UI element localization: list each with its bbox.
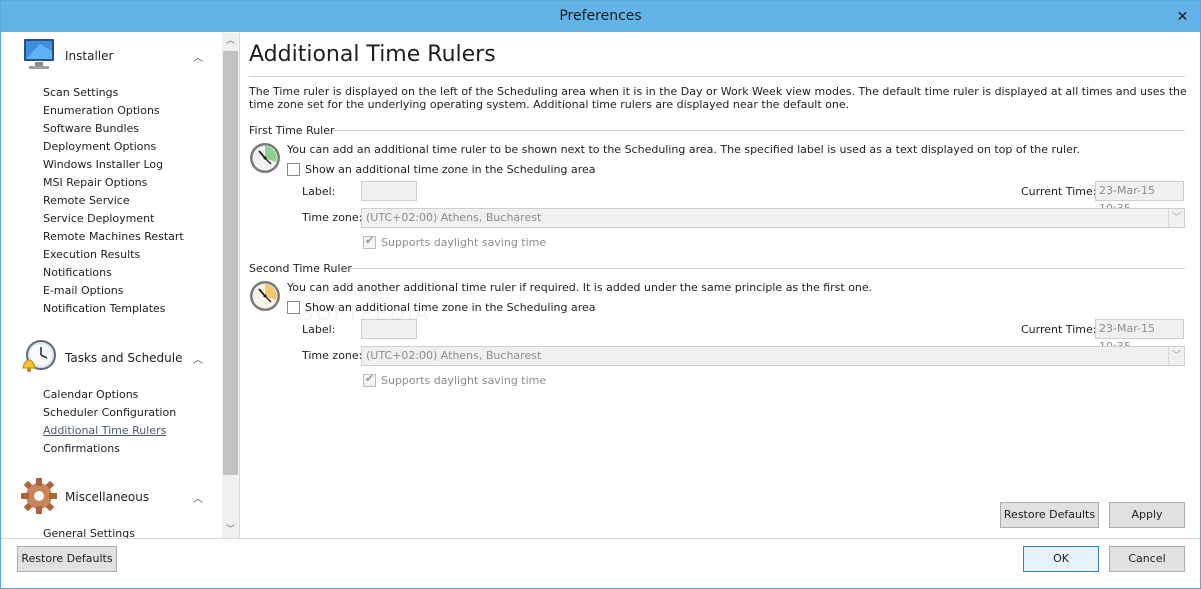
ok-button[interactable]: OK: [1023, 546, 1099, 572]
preferences-window: Preferences ✕ Installer ︿ Scan Settings …: [0, 0, 1201, 589]
sidebar-item-deployment-options[interactable]: Deployment Options: [10, 138, 222, 156]
group-header-installer[interactable]: Installer ︿: [10, 33, 222, 75]
sidebar-item-service-deployment[interactable]: Service Deployment: [10, 210, 222, 228]
sidebar-item-software-bundles[interactable]: Software Bundles: [10, 120, 222, 138]
clock-bell-icon: [22, 340, 56, 372]
sidebar-item-notification-templates[interactable]: Notification Templates: [10, 300, 222, 318]
chevron-down-icon[interactable]: ﹀: [1168, 347, 1184, 365]
watermark: SOFTPEDIA: [301, 301, 431, 325]
chevron-up-icon[interactable]: ︿: [193, 351, 203, 366]
second-timezone-caption: Time zone:: [302, 349, 363, 362]
sidebar-item-confirmations[interactable]: Confirmations: [10, 440, 222, 458]
second-ruler-divider: [349, 268, 1185, 269]
first-ruler-heading: First Time Ruler: [249, 124, 335, 137]
chevron-up-icon[interactable]: ︿: [193, 490, 203, 505]
sidebar-item-remote-machines-restart[interactable]: Remote Machines Restart: [10, 228, 222, 246]
second-dst-row[interactable]: ✔ Supports daylight saving time: [363, 372, 546, 388]
cancel-button[interactable]: Cancel: [1109, 546, 1185, 572]
clock-icon: [250, 143, 280, 173]
first-show-timezone-row[interactable]: Show an additional time zone in the Sche…: [287, 161, 596, 177]
sidebar-scrollbar[interactable]: ︿ ﹀: [222, 33, 239, 539]
misc-items: General Settings: [10, 525, 222, 539]
sidebar-group-installer: Installer ︿ Scan Settings Enumeration Op…: [10, 33, 222, 318]
close-button[interactable]: ✕: [1165, 1, 1200, 32]
first-timezone-caption: Time zone:: [302, 211, 363, 224]
sidebar-item-enumeration-options[interactable]: Enumeration Options: [10, 102, 222, 120]
sidebar-item-general-settings[interactable]: General Settings: [10, 525, 222, 539]
sidebar-item-calendar-options[interactable]: Calendar Options: [10, 386, 222, 404]
main-panel: Additional Time Rulers The Time ruler is…: [249, 33, 1189, 538]
restore-defaults-button[interactable]: Restore Defaults: [17, 546, 117, 572]
second-dst-checkbox[interactable]: ✔: [363, 372, 376, 387]
sidebar-item-windows-installer-log[interactable]: Windows Installer Log: [10, 156, 222, 174]
monitor-icon: [24, 39, 54, 69]
sidebar-group-misc: Miscellaneous ︿ General Settings: [10, 474, 222, 539]
scroll-down-icon[interactable]: ﹀: [222, 522, 239, 539]
group-label-misc: Miscellaneous: [65, 490, 150, 504]
scroll-up-icon[interactable]: ︿: [222, 33, 239, 50]
chevron-up-icon[interactable]: ︿: [193, 49, 203, 64]
panel-divider: [239, 33, 240, 539]
second-show-timezone-checkbox[interactable]: [287, 300, 300, 314]
sidebar-item-msi-repair-options[interactable]: MSI Repair Options: [10, 174, 222, 192]
group-label-tasks: Tasks and Schedule: [65, 351, 183, 365]
first-ruler-divider: [333, 130, 1185, 131]
first-show-timezone-label: Show an additional time zone in the Sche…: [305, 162, 596, 176]
gear-icon: [21, 478, 57, 514]
second-current-time-field: 23-Mar-15 10:35: [1095, 319, 1184, 353]
sidebar-group-tasks: Tasks and Schedule ︿ Calendar Options Sc…: [10, 335, 222, 458]
sidebar-item-execution-results[interactable]: Execution Results: [10, 246, 222, 264]
group-header-misc[interactable]: Miscellaneous ︿: [10, 474, 222, 516]
second-current-time-caption: Current Time:: [1021, 323, 1097, 336]
sidebar-item-remote-service[interactable]: Remote Service: [10, 192, 222, 210]
restore-defaults-page-button[interactable]: Restore Defaults: [1000, 502, 1099, 528]
page-title: Additional Time Rulers: [249, 42, 496, 67]
group-header-tasks[interactable]: Tasks and Schedule ︿: [10, 335, 222, 377]
clock-icon: [250, 281, 280, 311]
title-bar: Preferences ✕: [1, 1, 1200, 32]
first-timezone-value: (UTC+02:00) Athens, Bucharest: [366, 211, 542, 224]
first-dst-checkbox[interactable]: ✔: [363, 234, 376, 249]
second-timezone-value: (UTC+02:00) Athens, Bucharest: [366, 349, 542, 362]
scrollbar-thumb[interactable]: [223, 51, 238, 475]
installer-items: Scan Settings Enumeration Options Softwa…: [10, 84, 222, 318]
apply-button[interactable]: Apply: [1109, 502, 1185, 528]
sidebar-item-additional-time-rulers[interactable]: Additional Time Rulers: [10, 422, 222, 440]
first-ruler-description: You can add an additional time ruler to …: [287, 143, 1080, 156]
second-timezone-select[interactable]: (UTC+02:00) Athens, Bucharest ﹀: [361, 346, 1185, 366]
sidebar-item-notifications[interactable]: Notifications: [10, 264, 222, 282]
title-divider: [249, 76, 1185, 77]
first-current-time-caption: Current Time:: [1021, 185, 1097, 198]
first-dst-row[interactable]: ✔ Supports daylight saving time: [363, 234, 546, 250]
tasks-items: Calendar Options Scheduler Configuration…: [10, 386, 222, 458]
close-icon: ✕: [1176, 8, 1189, 25]
chevron-down-icon[interactable]: ﹀: [1168, 209, 1184, 227]
first-label-input[interactable]: [361, 181, 417, 201]
sidebar-item-email-options[interactable]: E-mail Options: [10, 282, 222, 300]
first-timezone-select[interactable]: (UTC+02:00) Athens, Bucharest ﹀: [361, 208, 1185, 228]
window-title: Preferences: [559, 8, 642, 24]
second-ruler-heading: Second Time Ruler: [249, 262, 352, 275]
sidebar: Installer ︿ Scan Settings Enumeration Op…: [10, 33, 222, 539]
second-ruler-description: You can add another additional time rule…: [287, 281, 873, 294]
footer-divider: [1, 538, 1200, 539]
page-description: The Time ruler is displayed on the left …: [249, 85, 1187, 111]
second-dst-label: Supports daylight saving time: [381, 373, 547, 387]
first-dst-label: Supports daylight saving time: [381, 235, 547, 249]
first-label-caption: Label:: [302, 185, 336, 198]
group-label-installer: Installer: [65, 49, 114, 63]
sidebar-item-scheduler-configuration[interactable]: Scheduler Configuration: [10, 404, 222, 422]
first-show-timezone-checkbox[interactable]: [287, 162, 300, 176]
sidebar-item-scan-settings[interactable]: Scan Settings: [10, 84, 222, 102]
first-current-time-field: 23-Mar-15 10:35: [1095, 181, 1184, 215]
